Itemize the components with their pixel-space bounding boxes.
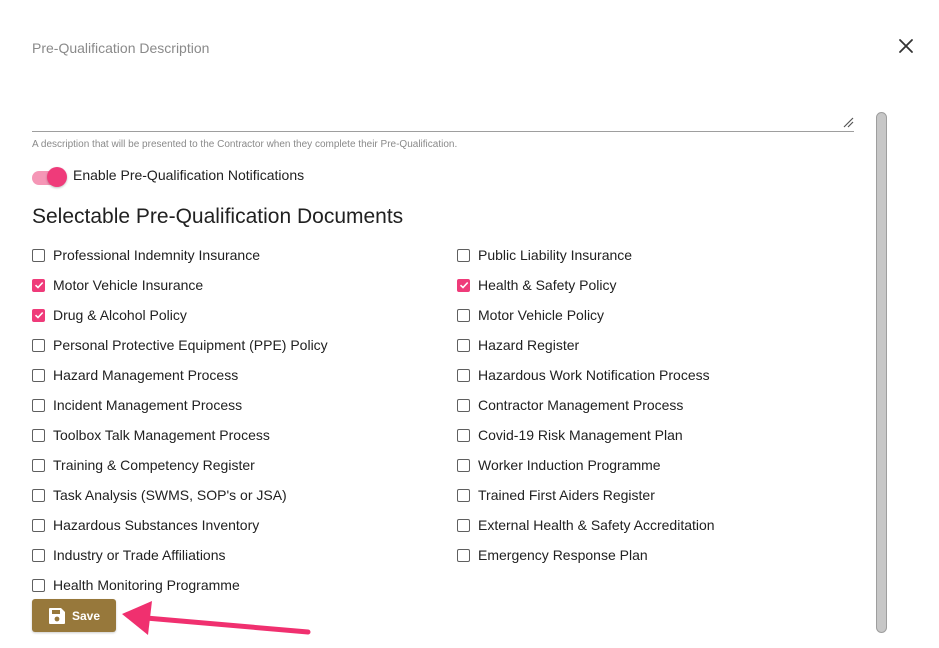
- close-button[interactable]: [896, 36, 916, 56]
- checkbox-unchecked[interactable]: [457, 458, 470, 472]
- document-label: Public Liability Insurance: [478, 247, 633, 263]
- notifications-toggle[interactable]: [32, 166, 68, 188]
- check-icon: [34, 281, 43, 289]
- document-checkbox-item[interactable]: Health Monitoring Programme: [32, 570, 328, 600]
- document-checkbox-item[interactable]: Worker Induction Programme: [457, 450, 715, 480]
- document-checkbox-item[interactable]: Hazard Management Process: [32, 360, 328, 390]
- document-label: Hazardous Substances Inventory: [53, 517, 260, 533]
- document-label: Motor Vehicle Insurance: [53, 277, 204, 293]
- checkbox-unchecked[interactable]: [32, 518, 45, 532]
- checkbox-unchecked[interactable]: [32, 548, 45, 562]
- document-checkbox-item[interactable]: Emergency Response Plan: [457, 540, 715, 570]
- checkbox-unchecked[interactable]: [32, 248, 45, 262]
- save-button-label: Save: [71, 608, 101, 623]
- document-label: Professional Indemnity Insurance: [53, 247, 260, 263]
- checkbox-unchecked[interactable]: [32, 428, 45, 442]
- notifications-toggle-label: Enable Pre-Qualification Notifications: [73, 167, 305, 183]
- checkbox-unchecked[interactable]: [32, 488, 45, 502]
- save-button[interactable]: Save: [32, 599, 116, 632]
- document-label: Hazard Management Process: [53, 367, 239, 383]
- document-label: Worker Induction Programme: [478, 457, 661, 473]
- checkbox-unchecked[interactable]: [457, 518, 470, 532]
- checkbox-checked[interactable]: [32, 308, 45, 322]
- floppy-disk-icon: [48, 607, 65, 624]
- document-label: Emergency Response Plan: [478, 547, 648, 563]
- document-checkbox-item[interactable]: Motor Vehicle Insurance: [32, 270, 328, 300]
- document-label: Incident Management Process: [53, 397, 243, 413]
- document-checkbox-item[interactable]: Training & Competency Register: [32, 450, 328, 480]
- document-checkbox-item[interactable]: Professional Indemnity Insurance: [32, 240, 328, 270]
- document-checkbox-item[interactable]: Toolbox Talk Management Process: [32, 420, 328, 450]
- check-icon: [459, 281, 468, 289]
- checkbox-checked[interactable]: [32, 278, 45, 292]
- checkbox-unchecked[interactable]: [457, 308, 470, 322]
- document-label: Contractor Management Process: [478, 397, 684, 413]
- checkbox-unchecked[interactable]: [457, 248, 470, 262]
- document-checkbox-item[interactable]: Health & Safety Policy: [457, 270, 715, 300]
- document-label: Training & Competency Register: [53, 457, 255, 473]
- document-checkbox-item[interactable]: Contractor Management Process: [457, 390, 715, 420]
- document-label: Toolbox Talk Management Process: [53, 427, 270, 443]
- document-label: Industry or Trade Affiliations: [53, 547, 226, 563]
- document-label: Hazard Register: [478, 337, 580, 353]
- description-textarea[interactable]: [32, 131, 854, 132]
- checkbox-unchecked[interactable]: [457, 548, 470, 562]
- document-checkbox-item[interactable]: Task Analysis (SWMS, SOP's or JSA): [32, 480, 328, 510]
- description-label: Pre-Qualification Description: [32, 40, 210, 56]
- checkbox-unchecked[interactable]: [457, 398, 470, 412]
- document-checkbox-item[interactable]: Personal Protective Equipment (PPE) Poli…: [32, 330, 328, 360]
- checkbox-unchecked[interactable]: [457, 488, 470, 502]
- checkbox-unchecked[interactable]: [32, 458, 45, 472]
- document-label: Health Monitoring Programme: [53, 577, 240, 593]
- document-checkbox-item[interactable]: Covid-19 Risk Management Plan: [457, 420, 715, 450]
- document-label: Trained First Aiders Register: [478, 487, 655, 503]
- checkbox-unchecked[interactable]: [32, 398, 45, 412]
- document-label: Covid-19 Risk Management Plan: [478, 427, 683, 443]
- document-checkbox-item[interactable]: Hazard Register: [457, 330, 715, 360]
- resize-handle-icon[interactable]: [842, 115, 854, 128]
- document-checkbox-item[interactable]: Drug & Alcohol Policy: [32, 300, 328, 330]
- annotation-arrow-icon: [122, 601, 311, 635]
- checkbox-unchecked[interactable]: [32, 368, 45, 382]
- document-label: Personal Protective Equipment (PPE) Poli…: [53, 337, 328, 353]
- document-checkbox-item[interactable]: Hazardous Substances Inventory: [32, 510, 328, 540]
- checkbox-unchecked[interactable]: [457, 338, 470, 352]
- document-label: Task Analysis (SWMS, SOP's or JSA): [53, 487, 287, 503]
- checkbox-unchecked[interactable]: [457, 428, 470, 442]
- document-label: Drug & Alcohol Policy: [53, 307, 187, 323]
- documents-right-column: Public Liability Insurance Health & Safet…: [457, 240, 715, 570]
- check-icon: [34, 311, 43, 319]
- document-checkbox-item[interactable]: Industry or Trade Affiliations: [32, 540, 328, 570]
- checkbox-unchecked[interactable]: [457, 368, 470, 382]
- document-label: Hazardous Work Notification Process: [478, 367, 710, 383]
- documents-section-title: Selectable Pre-Qualification Documents: [32, 205, 404, 228]
- checkbox-checked[interactable]: [457, 278, 470, 292]
- close-icon[interactable]: [896, 36, 916, 56]
- scrollbar[interactable]: [876, 112, 887, 633]
- documents-left-column: Professional Indemnity Insurance Motor Ve…: [32, 240, 328, 600]
- document-checkbox-item[interactable]: Trained First Aiders Register: [457, 480, 715, 510]
- toggle-knob: [47, 167, 67, 187]
- checkbox-unchecked[interactable]: [32, 338, 45, 352]
- document-checkbox-item[interactable]: Hazardous Work Notification Process: [457, 360, 715, 390]
- document-checkbox-item[interactable]: Motor Vehicle Policy: [457, 300, 715, 330]
- document-checkbox-item[interactable]: Incident Management Process: [32, 390, 328, 420]
- document-label: Health & Safety Policy: [478, 277, 617, 293]
- document-checkbox-item[interactable]: External Health & Safety Accreditation: [457, 510, 715, 540]
- document-label: Motor Vehicle Policy: [478, 307, 605, 323]
- description-hint: A description that will be presented to …: [32, 139, 458, 150]
- checkbox-unchecked[interactable]: [32, 578, 45, 592]
- document-checkbox-item[interactable]: Public Liability Insurance: [457, 240, 715, 270]
- document-label: External Health & Safety Accreditation: [478, 517, 715, 533]
